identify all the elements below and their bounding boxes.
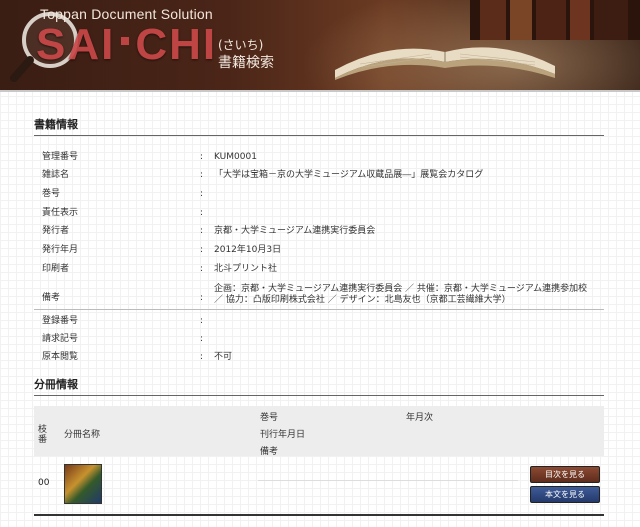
book-info-heading: 書籍情報 [34,118,78,131]
row-colon: : [200,264,204,274]
cover-thumbnail[interactable] [64,464,102,504]
logo-text-right: CHI [135,20,218,69]
row-label: 備考 [42,293,61,303]
row-colon: : [200,334,204,344]
row-colon: : [200,208,204,218]
page-bottom-rule [34,514,604,516]
view-body-button[interactable]: 本文を見る [530,486,600,503]
row-colon: : [200,226,204,236]
row-value: 企画：京都・大学ミュージアム連携実行委員会 ／ 共催：京都・大学ミュージアム連携… [214,284,614,306]
row-value: 不可 [214,352,233,362]
row-divider [258,480,518,481]
row-label: 印刷者 [42,264,70,274]
row-value: 京都・大学ミュージアム連携実行委員会 [214,226,376,236]
volume-table-header: 枝 番 分冊名称 巻号 年月次 刊行年月日 備考 [34,406,604,457]
logo-dot [121,37,130,46]
row-label: 雑誌名 [42,170,70,180]
site-logo[interactable]: SAI CHI [36,20,217,70]
row-value: 2012年10月3日 [214,245,282,255]
site-header: Toppan Document Solution SAI CHI (さいち) 書籍… [0,0,640,92]
row-label: 管理番号 [42,152,79,162]
row-colon: : [200,316,204,326]
row-colon: : [200,293,204,303]
row-label: 発行年月 [42,245,79,255]
header-pub-date: 刊行年月日 [260,430,306,440]
row-value: 北斗プリント社 [214,264,278,274]
open-book-image [335,47,555,80]
row-label: 請求記号 [42,334,79,344]
row-value: 「大学は宝箱－京の大学ミュージアム収蔵品展―」展覧会カタログ [214,170,484,180]
volume-info-heading: 分冊情報 [34,378,78,391]
row-label: 原本閲覧 [42,352,79,362]
row-colon: : [200,152,204,162]
book-info-rule [34,135,604,136]
row-colon: : [200,352,204,362]
logo-reading: (さいち) [218,38,264,52]
row-value: KUM0001 [214,152,257,162]
notes-line-1: 企画：京都・大学ミュージアム連携実行委員会 ／ 共催：京都・大学ミュージアム連携… [214,284,588,294]
row-label: 登録番号 [42,316,79,326]
branch-number: 00 [38,478,50,488]
row-label: 巻号 [42,189,61,199]
notes-line-2: ／ 協力：凸版印刷株式会社 ／ デザイン：北島友也（京都工芸繊維大学） [214,295,511,305]
header-year-month: 年月次 [406,413,434,423]
volume-info-rule [34,395,604,396]
page-title: 書籍検索 [218,55,274,71]
row-colon: : [200,245,204,255]
row-colon: : [200,189,204,199]
row-colon: : [200,170,204,180]
row-label: 責任表示 [42,208,79,218]
info-divider [34,309,604,310]
logo-text-left: SAI [36,20,116,69]
table-row: 00 目次を見る 本文を見る [34,456,604,508]
view-toc-button[interactable]: 目次を見る [530,466,600,483]
header-branch-2: 番 [38,435,48,445]
header-issue: 巻号 [260,413,279,423]
row-label: 発行者 [42,226,70,236]
header-volume-name: 分冊名称 [64,430,101,440]
